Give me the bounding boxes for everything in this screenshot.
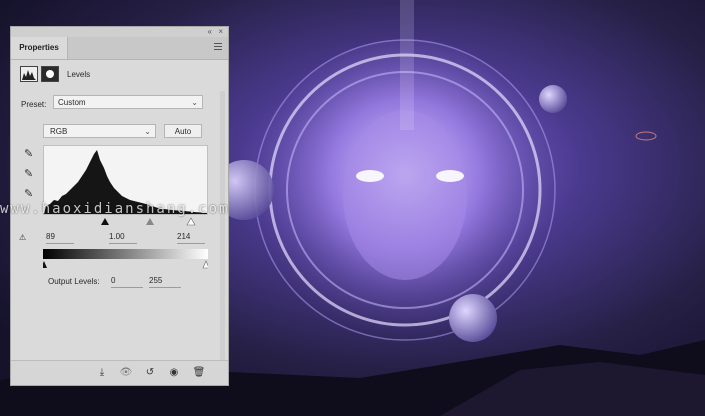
- white-eyedropper-icon[interactable]: ✎: [24, 187, 34, 201]
- reset-icon[interactable]: ↺: [143, 366, 157, 380]
- input-white-field[interactable]: 214: [177, 231, 205, 244]
- panel-titlebar: « ×: [11, 27, 228, 37]
- black-eyedropper-icon[interactable]: ✎: [24, 147, 34, 161]
- input-black-field[interactable]: 89: [46, 231, 74, 244]
- view-previous-icon[interactable]: 👁: [119, 366, 133, 380]
- layer-mask-icon[interactable]: [41, 66, 59, 82]
- visibility-icon[interactable]: ◉: [167, 366, 181, 380]
- gamma-slider[interactable]: [146, 218, 154, 225]
- panel-footer: ⤓ 👁 ↺ ◉ 🗑: [11, 360, 228, 385]
- chevron-down-icon: ⌄: [144, 127, 151, 136]
- output-black-field[interactable]: 0: [111, 275, 143, 288]
- output-black-slider[interactable]: [41, 261, 47, 268]
- clip-to-layer-icon[interactable]: ⤓: [95, 366, 109, 380]
- watermark-text: www.haoxidianshang.com: [0, 201, 230, 217]
- output-gradient-bar: [43, 249, 208, 259]
- channel-value: RGB: [50, 127, 68, 136]
- tab-properties[interactable]: Properties: [11, 37, 68, 59]
- collapse-icon[interactable]: «: [208, 27, 212, 36]
- black-point-slider[interactable]: [101, 218, 109, 225]
- panel-menu-icon[interactable]: [214, 43, 222, 50]
- preset-value: Custom: [58, 98, 86, 107]
- panel-scrollbar[interactable]: [220, 91, 225, 361]
- output-levels-label: Output Levels:: [48, 277, 100, 286]
- auto-button[interactable]: Auto: [164, 124, 202, 138]
- preset-dropdown[interactable]: Custom ⌄: [53, 95, 203, 109]
- output-white-slider[interactable]: [202, 260, 210, 269]
- adjustment-title: Levels: [67, 70, 91, 79]
- tab-bar: Properties: [11, 37, 228, 60]
- levels-adjustment-icon[interactable]: [20, 66, 38, 82]
- preset-label: Preset:: [21, 100, 47, 109]
- clipping-warning-icon[interactable]: ⚠: [19, 233, 26, 242]
- input-gamma-field[interactable]: 1.00: [109, 231, 137, 244]
- gray-eyedropper-icon[interactable]: ✎: [24, 167, 34, 181]
- channel-dropdown[interactable]: RGB ⌄: [43, 124, 156, 138]
- output-slider-track[interactable]: [41, 259, 210, 269]
- close-icon[interactable]: ×: [218, 27, 223, 36]
- output-white-field[interactable]: 255: [149, 275, 181, 288]
- adjustment-header: Levels: [11, 60, 228, 90]
- chevron-down-icon: ⌄: [191, 98, 198, 107]
- trash-icon[interactable]: 🗑: [192, 366, 206, 380]
- white-point-slider[interactable]: [186, 217, 196, 226]
